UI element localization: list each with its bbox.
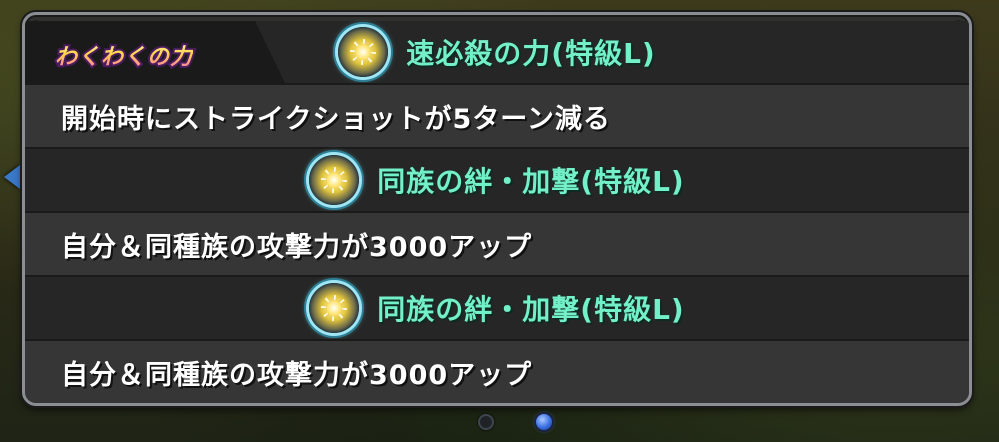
ability-description: 自分＆同種族の攻撃力が3000アップ <box>61 359 533 391</box>
sparkle-orb-icon <box>309 155 360 205</box>
ability-header-row: 同族の絆・加撃(特級L) <box>25 149 969 211</box>
ability-name: 同族の絆・加撃(特級L) <box>377 165 685 198</box>
page-dot-active[interactable] <box>535 414 552 430</box>
ability-name: 同族の絆・加撃(特級L) <box>377 293 685 326</box>
ability-header-row: わくわくの力 わくわくの力 速必殺の力(特級L) <box>25 21 969 83</box>
ability-description-row: 自分＆同種族の攻撃力が3000アップ <box>25 213 969 275</box>
ability-panel: わくわくの力 わくわくの力 速必殺の力(特級L) 開始時にストライクショットが5… <box>22 12 972 406</box>
sparkle-orb-icon <box>309 283 360 333</box>
ability-description: 自分＆同種族の攻撃力が3000アップ <box>61 231 533 263</box>
ability-title: 同族の絆・加撃(特級L) <box>25 149 969 211</box>
ability-description-row: 自分＆同種族の攻撃力が3000アップ <box>25 341 969 403</box>
previous-page-arrow-icon[interactable] <box>4 165 20 189</box>
ability-name: 速必殺の力(特級L) <box>406 37 656 70</box>
page-dot[interactable] <box>477 414 494 430</box>
ability-title: 速必殺の力(特級L) <box>25 21 969 83</box>
ability-title: 同族の絆・加撃(特級L) <box>25 277 969 339</box>
ability-description-row: 開始時にストライクショットが5ターン減る <box>25 85 969 147</box>
page-indicator <box>0 414 999 430</box>
sparkle-orb-icon <box>338 27 389 77</box>
ability-header-row: 同族の絆・加撃(特級L) <box>25 277 969 339</box>
ability-description: 開始時にストライクショットが5ターン減る <box>61 103 611 135</box>
